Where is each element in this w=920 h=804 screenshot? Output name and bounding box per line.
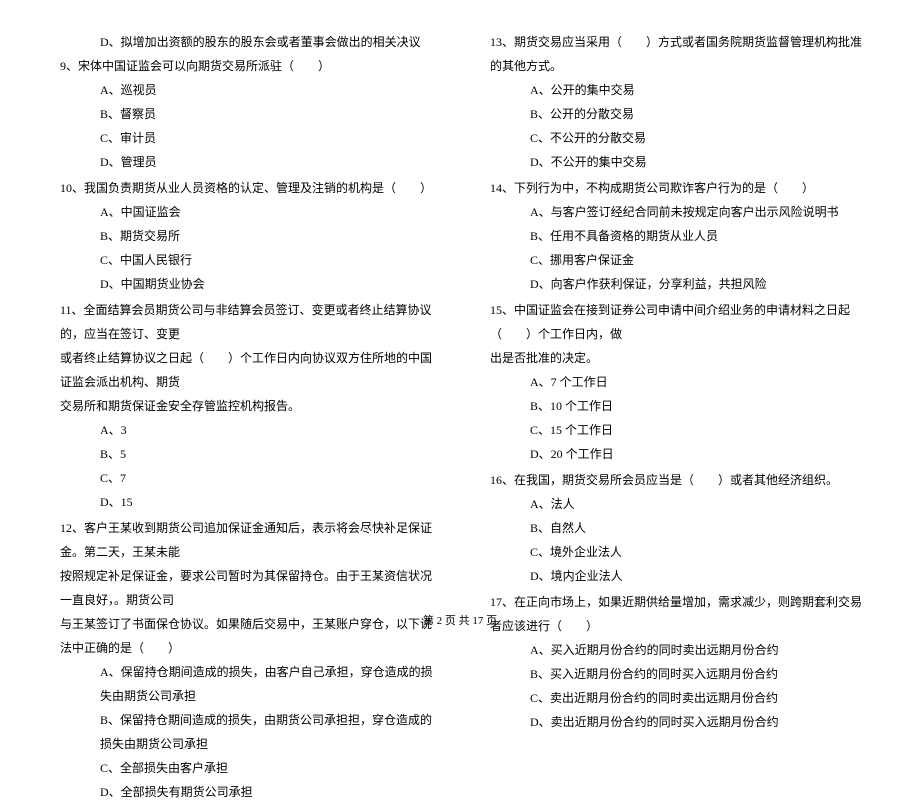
question-13: 13、期货交易应当采用（ ）方式或者国务院期货监督管理机构批准的其他方式。 A、…: [490, 30, 870, 174]
q10-option-c: C、中国人民银行: [60, 248, 440, 272]
q9-option-b: B、督察员: [60, 102, 440, 126]
q9-option-c: C、审计员: [60, 126, 440, 150]
q16-option-b: B、自然人: [490, 516, 870, 540]
q12-line3: 与王某签订了书面保仓协议。如果随后交易中，王某账户穿仓，以下说法中正确的是（ ）: [60, 612, 440, 660]
q8-option-d: D、拟增加出资额的股东的股东会或者董事会做出的相关决议: [60, 30, 440, 54]
question-11: 11、全面结算会员期货公司与非结算会员签订、变更或者终止结算协议的，应当在签订、…: [60, 298, 440, 514]
question-10: 10、我国负责期货从业人员资格的认定、管理及注销的机构是（ ） A、中国证监会 …: [60, 176, 440, 296]
q12-option-a: A、保留持仓期间造成的损失，由客户自己承担，穿仓造成的损失由期货公司承担: [60, 660, 440, 708]
q11-option-c: C、7: [60, 466, 440, 490]
question-9: 9、宋体中国证监会可以向期货交易所派驻（ ） A、巡视员 B、督察员 C、审计员…: [60, 54, 440, 174]
q17-option-a: A、买入近期月份合约的同时卖出远期月份合约: [490, 638, 870, 662]
left-column: D、拟增加出资额的股东的股东会或者董事会做出的相关决议 9、宋体中国证监会可以向…: [60, 30, 475, 580]
q13-text: 13、期货交易应当采用（ ）方式或者国务院期货监督管理机构批准的其他方式。: [490, 30, 870, 78]
q12-option-d: D、全部损失有期货公司承担: [60, 780, 440, 804]
q15-option-a: A、7 个工作日: [490, 370, 870, 394]
q11-line3: 交易所和期货保证金安全存管监控机构报告。: [60, 394, 440, 418]
q11-option-a: A、3: [60, 418, 440, 442]
q10-text: 10、我国负责期货从业人员资格的认定、管理及注销的机构是（ ）: [60, 176, 440, 200]
q14-option-b: B、任用不具备资格的期货从业人员: [490, 224, 870, 248]
right-column: 13、期货交易应当采用（ ）方式或者国务院期货监督管理机构批准的其他方式。 A、…: [475, 30, 870, 580]
q14-option-c: C、挪用客户保证金: [490, 248, 870, 272]
q10-option-d: D、中国期货业协会: [60, 272, 440, 296]
q11-line1: 11、全面结算会员期货公司与非结算会员签订、变更或者终止结算协议的，应当在签订、…: [60, 298, 440, 346]
q14-text: 14、下列行为中，不构成期货公司欺诈客户行为的是（ ）: [490, 176, 870, 200]
q12-line1: 12、客户王某收到期货公司追加保证金通知后，表示将会尽快补足保证金。第二天，王某…: [60, 516, 440, 564]
question-17: 17、在正向市场上，如果近期供给量增加，需求减少，则跨期套利交易者应该进行（ ）…: [490, 590, 870, 734]
q16-option-a: A、法人: [490, 492, 870, 516]
question-16: 16、在我国，期货交易所会员应当是（ ）或者其他经济组织。 A、法人 B、自然人…: [490, 468, 870, 588]
q14-option-d: D、向客户作获利保证，分享利益，共担风险: [490, 272, 870, 296]
q13-option-b: B、公开的分散交易: [490, 102, 870, 126]
q17-text: 17、在正向市场上，如果近期供给量增加，需求减少，则跨期套利交易者应该进行（ ）: [490, 590, 870, 638]
q17-option-d: D、卖出近期月份合约的同时买入远期月份合约: [490, 710, 870, 734]
question-12: 12、客户王某收到期货公司追加保证金通知后，表示将会尽快补足保证金。第二天，王某…: [60, 516, 440, 804]
q15-option-b: B、10 个工作日: [490, 394, 870, 418]
q9-option-a: A、巡视员: [60, 78, 440, 102]
q12-option-c: C、全部损失由客户承担: [60, 756, 440, 780]
q13-option-d: D、不公开的集中交易: [490, 150, 870, 174]
q14-option-a: A、与客户签订经纪合同前未按规定向客户出示风险说明书: [490, 200, 870, 224]
q9-text: 9、宋体中国证监会可以向期货交易所派驻（ ）: [60, 54, 440, 78]
q12-option-b: B、保留持仓期间造成的损失，由期货公司承担担，穿仓造成的损失由期货公司承担: [60, 708, 440, 756]
q17-option-c: C、卖出近期月份合约的同时卖出远期月份合约: [490, 686, 870, 710]
q15-line2: 出是否批准的决定。: [490, 346, 870, 370]
q13-option-a: A、公开的集中交易: [490, 78, 870, 102]
q13-option-c: C、不公开的分散交易: [490, 126, 870, 150]
q9-option-d: D、管理员: [60, 150, 440, 174]
page-container: D、拟增加出资额的股东的股东会或者董事会做出的相关决议 9、宋体中国证监会可以向…: [0, 0, 920, 610]
q11-option-b: B、5: [60, 442, 440, 466]
q16-text: 16、在我国，期货交易所会员应当是（ ）或者其他经济组织。: [490, 468, 870, 492]
q17-option-b: B、买入近期月份合约的同时买入远期月份合约: [490, 662, 870, 686]
q16-option-c: C、境外企业法人: [490, 540, 870, 564]
q15-line1: 15、中国证监会在接到证券公司申请中间介绍业务的申请材料之日起（ ）个工作日内，…: [490, 298, 870, 346]
q11-line2: 或者终止结算协议之日起（ ）个工作日内向协议双方住所地的中国证监会派出机构、期货: [60, 346, 440, 394]
q12-line2: 按照规定补足保证金，要求公司暂时为其保留持仓。由于王某资信状况一直良好，。期货公…: [60, 564, 440, 612]
q10-option-a: A、中国证监会: [60, 200, 440, 224]
question-14: 14、下列行为中，不构成期货公司欺诈客户行为的是（ ） A、与客户签订经纪合同前…: [490, 176, 870, 296]
q11-option-d: D、15: [60, 490, 440, 514]
q16-option-d: D、境内企业法人: [490, 564, 870, 588]
question-15: 15、中国证监会在接到证券公司申请中间介绍业务的申请材料之日起（ ）个工作日内，…: [490, 298, 870, 466]
q15-option-d: D、20 个工作日: [490, 442, 870, 466]
q15-option-c: C、15 个工作日: [490, 418, 870, 442]
q10-option-b: B、期货交易所: [60, 224, 440, 248]
